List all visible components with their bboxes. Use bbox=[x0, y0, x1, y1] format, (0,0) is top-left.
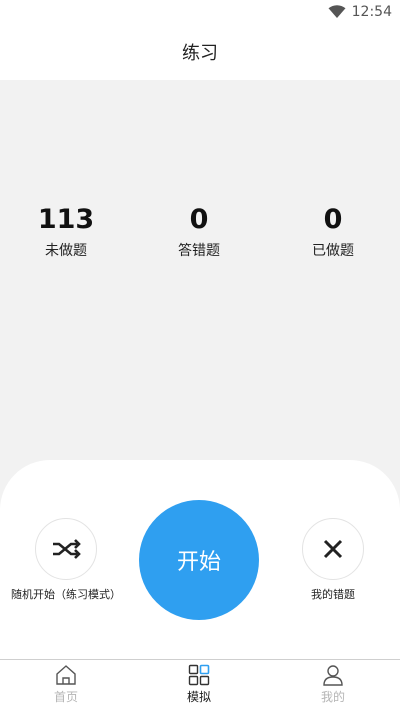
tab-bar: 首页 模拟 我的 bbox=[0, 659, 400, 710]
status-bar: 12:54 bbox=[0, 0, 400, 24]
tab-mine-label: 我的 bbox=[320, 690, 345, 704]
wifi-icon bbox=[328, 5, 346, 18]
home-icon bbox=[56, 665, 76, 685]
stat-unanswered: 113 未做题 bbox=[6, 200, 126, 260]
status-right: 12:54 bbox=[328, 3, 392, 21]
stat-label: 未做题 bbox=[45, 243, 87, 259]
header: 练习 bbox=[0, 24, 400, 80]
close-icon bbox=[323, 539, 343, 559]
start-button[interactable]: 开始 bbox=[139, 500, 259, 620]
random-start-label: 随机开始（练习模式） bbox=[11, 588, 121, 601]
shuffle-icon bbox=[53, 539, 81, 559]
stat-value: 0 bbox=[189, 204, 209, 235]
tab-home[interactable]: 首页 bbox=[26, 664, 106, 705]
stat-label: 答错题 bbox=[178, 243, 220, 259]
status-time: 12:54 bbox=[351, 4, 392, 20]
my-wrong-questions-label: 我的错题 bbox=[311, 588, 355, 601]
stat-value: 0 bbox=[323, 204, 343, 235]
tab-mine[interactable]: 我的 bbox=[293, 664, 373, 705]
stat-done: 0 已做题 bbox=[273, 200, 393, 260]
stat-label: 已做题 bbox=[312, 243, 354, 259]
stat-value: 113 bbox=[37, 204, 95, 235]
my-wrong-questions-button[interactable] bbox=[302, 518, 364, 580]
start-button-label: 开始 bbox=[176, 550, 221, 575]
stats-row: 113 未做题 0 答错题 0 已做题 bbox=[0, 200, 400, 270]
tab-mock-label: 模拟 bbox=[186, 690, 211, 704]
page-title: 练习 bbox=[182, 43, 218, 64]
stat-wrong: 0 答错题 bbox=[139, 200, 259, 260]
user-icon bbox=[323, 665, 343, 686]
tab-home-label: 首页 bbox=[53, 690, 78, 704]
tab-mock[interactable]: 模拟 bbox=[159, 664, 239, 705]
random-start-button[interactable] bbox=[35, 518, 97, 580]
grid-icon bbox=[188, 664, 210, 686]
